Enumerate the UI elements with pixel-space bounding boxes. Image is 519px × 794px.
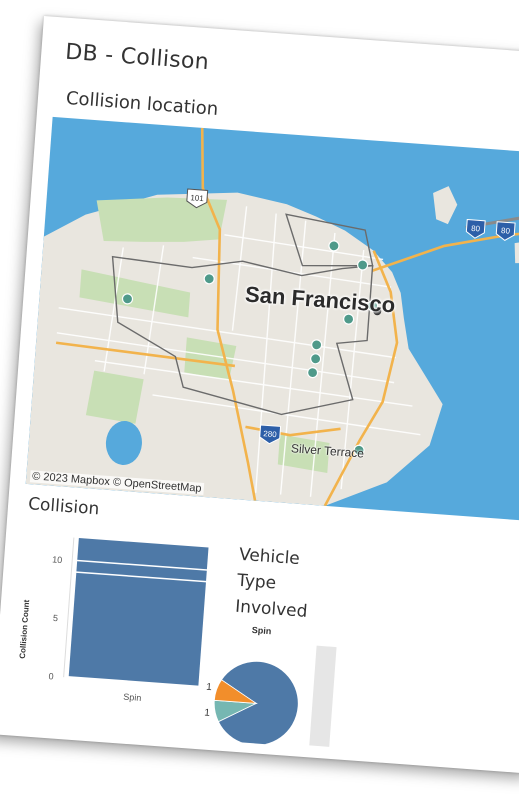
svg-text:101: 101 — [190, 193, 205, 203]
dashboard-card: DB - Collison Collision location 101 280… — [0, 16, 519, 774]
pie-chart-svg: Spin 1 1 — [204, 625, 337, 747]
bar-category-label: Spin — [123, 692, 142, 703]
collision-marker — [307, 367, 319, 379]
collision-map[interactable]: 101 280 80 80 San Francisco Silver Terra… — [25, 116, 519, 521]
bar-y-tick-label: 0 — [48, 671, 54, 681]
collision-marker — [328, 240, 340, 252]
collision-marker — [310, 353, 322, 365]
vehicle-pie-chart: Spin 1 1 — [201, 620, 339, 749]
pie-header: Spin — [251, 625, 271, 636]
collision-marker — [121, 293, 134, 305]
bar-y-axis-label: Collision Count — [18, 599, 31, 659]
collision-bar-chart: Collision Count 0 5 10 Spin — [12, 524, 225, 718]
collision-marker — [203, 273, 215, 285]
park-south — [85, 370, 144, 424]
pie-slice-label: 1 — [204, 708, 211, 719]
svg-text:80: 80 — [471, 224, 481, 234]
map-title: Collision location — [65, 87, 219, 120]
screenshot-stage: DB - Collison Collision location 101 280… — [0, 0, 519, 794]
dashboard-title: DB - Collison — [64, 39, 210, 76]
svg-text:80: 80 — [501, 226, 511, 236]
collision-title: Collision — [27, 494, 100, 520]
pie-scroll-track — [309, 645, 337, 747]
bar-y-tick-label: 5 — [53, 613, 59, 623]
svg-text:280: 280 — [263, 429, 278, 439]
map-graphic: 101 280 80 80 — [25, 127, 519, 507]
bar-chart-svg: Collision Count 0 5 10 Spin — [18, 537, 209, 703]
bar-y-tick-label: 10 — [52, 554, 63, 565]
pie-slice-label: 1 — [206, 682, 213, 693]
vehicle-type-title: Vehicle Type Involved — [234, 544, 309, 622]
bar-segment[interactable] — [68, 572, 206, 686]
collision-marker — [357, 259, 369, 271]
collision-marker — [311, 339, 323, 351]
